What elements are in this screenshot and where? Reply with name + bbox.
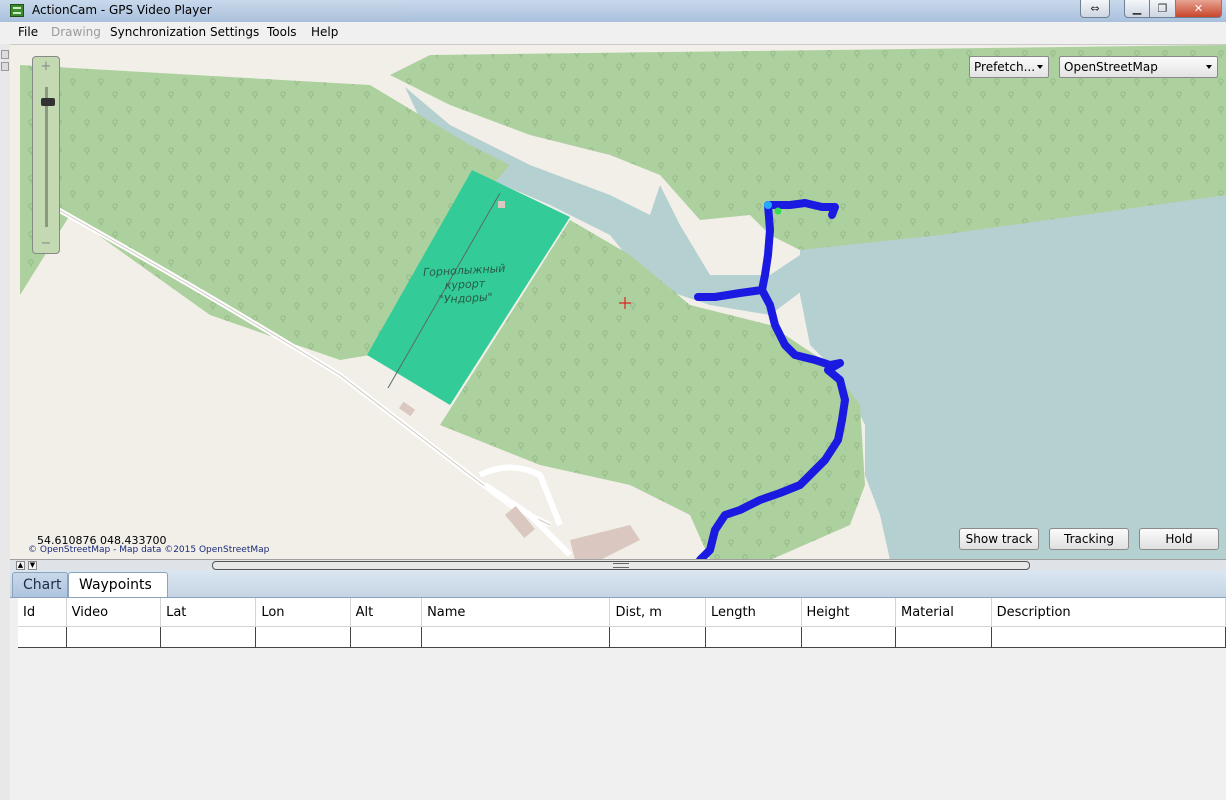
minimize-icon[interactable]: ▁ (1124, 0, 1150, 18)
chevron-up-icon[interactable]: ▲ (16, 561, 25, 570)
map-provider-select[interactable]: OpenStreetMap (1059, 56, 1218, 78)
zoom-in-icon[interactable]: + (33, 59, 59, 74)
tab-chart[interactable]: Chart (12, 572, 68, 597)
map-attribution: © OpenStreetMap - Map data ©2015 OpenStr… (28, 545, 270, 555)
column-header-lon[interactable]: Lon (255, 598, 351, 627)
column-header-video[interactable]: Video (66, 598, 162, 627)
title-bar: ActionCam - GPS Video Player ⇔ ▁ ❐ ✕ (0, 0, 1226, 23)
hold-button[interactable]: Hold (1139, 528, 1219, 550)
tab-waypoints[interactable]: Waypoints (68, 572, 168, 597)
table-cell[interactable] (255, 626, 351, 648)
menu-synchronization[interactable]: Synchronization (110, 25, 206, 39)
column-header-material[interactable]: Material (895, 598, 992, 627)
window-title: ActionCam - GPS Video Player (32, 3, 212, 17)
menu-help[interactable]: Help (311, 25, 338, 39)
tracking-button[interactable]: Tracking (1049, 528, 1129, 550)
table-header-row: Id Video Lat Lon Alt Name Dist, m Length… (18, 598, 1226, 627)
prefetch-label: Prefetch... (974, 60, 1036, 74)
place-label: Горнолыжный курорт "Ундоры" (404, 261, 526, 309)
menu-tools[interactable]: Tools (267, 25, 297, 39)
maximize-icon[interactable]: ❐ (1150, 0, 1176, 18)
waypoints-panel: Id Video Lat Lon Alt Name Dist, m Length… (10, 598, 1226, 800)
prefetch-dropdown[interactable]: Prefetch... (969, 56, 1049, 78)
table-cell[interactable] (609, 626, 706, 648)
table-cell[interactable] (66, 626, 162, 648)
scrollbar-grip[interactable] (613, 563, 629, 568)
collapse-down-button[interactable] (1, 62, 9, 71)
column-header-dist[interactable]: Dist, m (609, 598, 706, 627)
film-icon (10, 4, 24, 17)
restore-icon[interactable]: ⇔ (1080, 0, 1110, 18)
background-window-tab (220, 2, 405, 20)
chevron-down-icon (1037, 65, 1043, 69)
show-track-button[interactable]: Show track (959, 528, 1039, 550)
column-header-id[interactable]: Id (18, 598, 67, 627)
column-header-lat[interactable]: Lat (160, 598, 257, 627)
table-row[interactable] (18, 626, 1226, 648)
menu-bar: File Drawing Synchronization Settings To… (0, 22, 1226, 43)
chevron-down-icon[interactable]: ▼ (28, 561, 37, 570)
map-canvas[interactable] (10, 45, 1226, 560)
table-cell[interactable] (705, 626, 802, 648)
track-end-icon (774, 207, 782, 215)
menu-file[interactable]: File (18, 25, 38, 39)
table-cell[interactable] (421, 626, 611, 648)
zoom-slider-track[interactable] (45, 87, 48, 227)
column-header-height[interactable]: Height (801, 598, 896, 627)
zoom-out-icon[interactable]: − (33, 236, 59, 251)
column-header-alt[interactable]: Alt (350, 598, 423, 627)
menu-settings[interactable]: Settings (210, 25, 259, 39)
menu-drawing[interactable]: Drawing (51, 25, 101, 39)
close-icon[interactable]: ✕ (1176, 0, 1222, 18)
column-header-name[interactable]: Name (421, 598, 611, 627)
map-provider-value: OpenStreetMap (1064, 60, 1158, 74)
waypoints-table[interactable]: Id Video Lat Lon Alt Name Dist, m Length… (18, 598, 1226, 648)
horizontal-scrollbar[interactable] (212, 561, 1030, 570)
table-cell[interactable] (18, 626, 67, 648)
table-cell[interactable] (350, 626, 423, 648)
bottom-tab-bar: Chart Waypoints (10, 570, 1226, 598)
zoom-control[interactable]: + − (32, 56, 60, 254)
collapse-up-button[interactable] (1, 50, 9, 59)
map-view[interactable]: + − Горнолыжный курорт "Ундоры" Prefetch… (10, 44, 1226, 560)
table-cell[interactable] (801, 626, 896, 648)
column-header-length[interactable]: Length (705, 598, 802, 627)
chevron-down-icon (1206, 65, 1212, 69)
table-cell[interactable] (895, 626, 992, 648)
table-cell[interactable] (160, 626, 257, 648)
column-header-description[interactable]: Description (991, 598, 1226, 627)
table-cell[interactable] (991, 626, 1226, 648)
zoom-slider-thumb[interactable] (41, 98, 55, 106)
track-start-icon (764, 201, 772, 209)
